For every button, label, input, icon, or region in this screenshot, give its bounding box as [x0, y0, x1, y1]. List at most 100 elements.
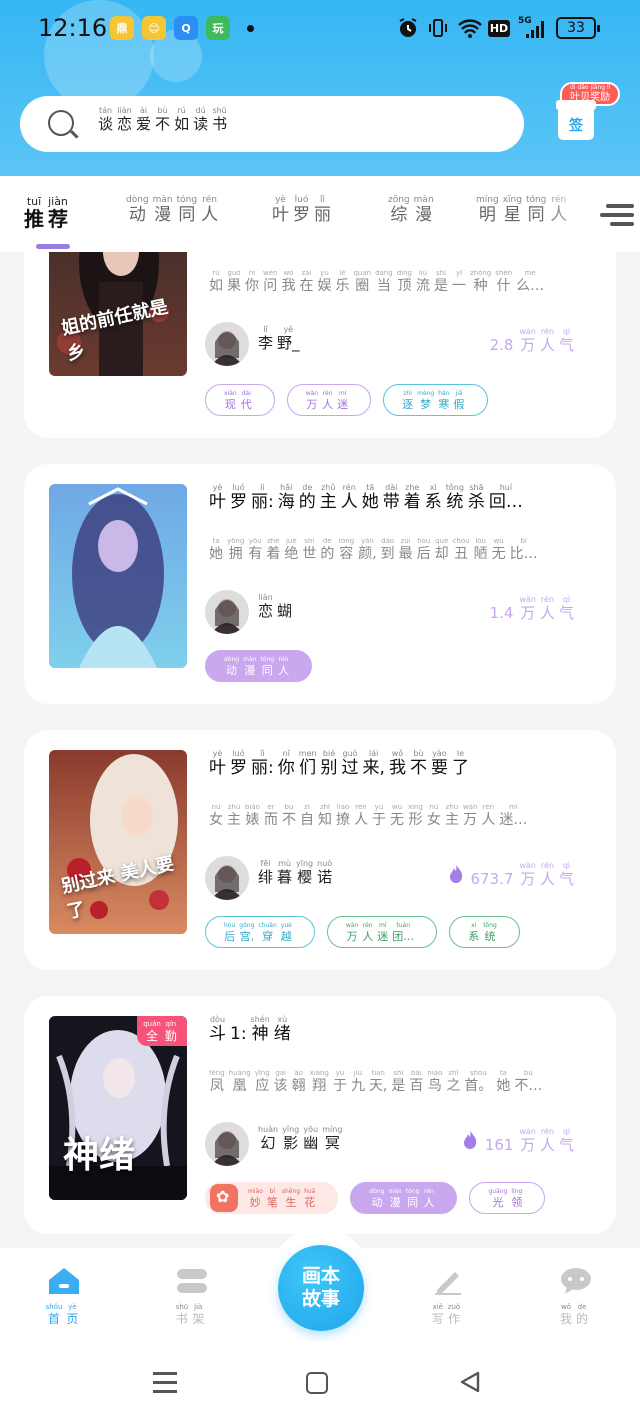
pinyin: shū — [175, 1303, 189, 1311]
pinyin-char: róng 容 — [338, 538, 354, 561]
pinyin: miào — [248, 1187, 263, 1195]
hanzi: 读 — [193, 115, 209, 133]
story-tag-chip[interactable]: zhì 逐 mèng 梦 hán 寒 jiǎ 假 — [383, 384, 488, 416]
pinyin-char: quān 圈 — [353, 270, 371, 293]
nav-bookshelf[interactable]: shū 书 jià 架 — [152, 1266, 232, 1325]
nav-write[interactable]: xiě 写 zuò 作 — [408, 1266, 488, 1325]
pinyin-char: yú 于 — [333, 1070, 347, 1093]
hanzi: 该 — [273, 1078, 288, 1093]
story-tag-chip[interactable]: dòng 动 màn 漫 tóng 同 rén 人 — [205, 650, 313, 682]
story-card[interactable]: 神绪 quán 全 qín 勤 dòu 斗 1: shén 神 xù 绪 fèng 凤 huáng 凰 yīn… — [24, 996, 616, 1234]
alarm-icon — [396, 16, 420, 40]
pinyin-char: jiǎ 假 — [454, 390, 465, 410]
pinyin: yī — [455, 270, 463, 277]
author-avatar[interactable] — [205, 856, 249, 900]
pinyin-char: rén人 — [322, 390, 333, 410]
home-button[interactable] — [306, 1372, 328, 1394]
hanzi: 们 — [299, 758, 317, 778]
tab-recommend[interactable]: tuī 推 jiàn 荐 — [24, 196, 72, 229]
hanzi: 首。 — [464, 1078, 493, 1093]
nav-label: wǒ 我 de 的 — [560, 1304, 592, 1326]
daily-sign-in-button[interactable]: dì dǎo jiǎng lì 叶贝奖励 签 — [552, 80, 632, 152]
pinyin-char: yīng 应 — [255, 1070, 270, 1093]
pinyin: luó — [232, 483, 245, 492]
pinyin: gōng — [239, 921, 255, 929]
gift-icon: 签 — [556, 100, 596, 140]
pinyin-char: zuò 作 — [447, 1303, 461, 1326]
pinyin: zuò — [447, 1303, 461, 1311]
story-cover-image[interactable]: 神绪 quán 全 qín 勤 — [49, 1016, 187, 1200]
pinyin: lòu — [475, 538, 486, 545]
author-avatar[interactable] — [205, 590, 249, 634]
hanzi: 爱 — [136, 115, 152, 133]
tag-list: miào妙bǐ笔shēng生huā花 dòng动màn漫tóng同rén人 guān… — [205, 1182, 546, 1214]
story-cover-image[interactable] — [49, 484, 187, 668]
tab-label: tuī 推 jiàn 荐 — [24, 196, 72, 229]
story-tag-chip[interactable]: guāng 光 líng 领 — [469, 1182, 546, 1214]
story-feed: 姐的前任就是乡 rú 如 guǒ 果 nǐ 你 wèn 问 wǒ 我 zài 在 yú 娱 lè 乐 quān 圈 d… — [0, 252, 640, 1248]
hanzi: 娱 — [317, 278, 332, 293]
story-tag-chip[interactable]: hòu 后 gōng 宫, chuān 穿 yuè 越 — [205, 916, 315, 948]
tab-anime-fan[interactable]: dòng 动 màn 漫 tóng 同 rén 人 — [126, 196, 222, 224]
author-name[interactable]: fēi 绯 mù 暮 yīng 樱 nuò 诺 — [258, 860, 336, 885]
hanzi: 之 — [446, 1078, 461, 1093]
pinyin-char: shū 书 — [175, 1303, 189, 1326]
recent-apps-button[interactable] — [153, 1372, 177, 1393]
category-menu-icon[interactable] — [600, 200, 634, 230]
hanzi: 拥 — [228, 546, 243, 561]
hanzi: 一 — [451, 278, 466, 293]
pinyin: màn — [388, 1187, 402, 1195]
author-avatar[interactable] — [205, 322, 249, 366]
tab-yeluoli[interactable]: yè 叶 luó 罗 lì 丽 — [272, 196, 335, 224]
pinyin-char: shǒu 首。 — [464, 1070, 492, 1093]
pinyin-char: shì 是 — [391, 1070, 405, 1093]
pinyin: wàn — [519, 1127, 536, 1136]
author-avatar[interactable] — [205, 1122, 249, 1166]
hanzi: 着 — [266, 546, 281, 561]
pinyin-char: 蝴 — [277, 594, 292, 619]
author-name[interactable]: huàn 幻 yǐng 影 yōu 幽 míng 冥 — [258, 1126, 346, 1151]
pinyin: tā — [212, 538, 220, 545]
story-tag-chip[interactable]: xiàn 现 dài 代 — [205, 384, 275, 416]
hanzi: 明 — [478, 205, 496, 225]
pinyin: biǎo — [245, 804, 260, 811]
tab-variety[interactable]: zōng 综 màn 漫 — [388, 196, 438, 224]
story-tag-chip[interactable]: dòng 动 màn 漫 tóng 同 rén 人 — [350, 1182, 458, 1214]
story-description: rú 如 guǒ 果 nǐ 你 wèn 问 wǒ 我 zài 在 yú 娱 lè 乐 quān 圈 dāng 当 dǐn… — [209, 270, 599, 293]
pinyin-char: nǚ 女 — [209, 804, 223, 827]
story-card[interactable]: 别过来 美人要了 yè 叶 luó 罗 lì 丽: nǐ 你 men 们 bié 别 guò 过 lái 来, w… — [24, 730, 616, 970]
author-name[interactable]: lǐ 李 yě 野_ — [258, 326, 304, 351]
story-title: yè 叶 luó 罗 lì 丽: hǎi 海 de 的 zhǔ 主 rén 人 tā 她 dài 带 zhe 着 xì 系… — [209, 484, 527, 511]
hanzi: 万 — [520, 604, 536, 622]
pinyin-char: tā 她 — [209, 538, 223, 561]
pinyin: nǐ — [248, 270, 256, 277]
hanzi: 无 — [389, 812, 404, 827]
pinyin: xiě — [432, 1303, 443, 1311]
story-tag-chip[interactable]: xì 系 tǒng 统 — [449, 916, 520, 948]
pinyin-char: hǎi 海 — [278, 484, 295, 511]
tag-list: dòng 动 màn 漫 tóng 同 rén 人 — [205, 650, 313, 682]
story-card[interactable]: yè 叶 luó 罗 lì 丽: hǎi 海 de 的 zhǔ 主 rén 人 tā 她 dài 带 zhe 着 xì 系… — [24, 464, 616, 704]
hanzi: 么… — [516, 278, 545, 293]
story-cover-image[interactable]: 姐的前任就是乡 — [49, 252, 187, 376]
hanzi: 丽: — [251, 492, 274, 512]
pinyin-char: ài 爱 — [136, 107, 151, 132]
pinyin-char: de 的 — [299, 484, 316, 511]
story-tag-chip[interactable]: miào妙bǐ笔shēng生huā花 — [205, 1182, 339, 1214]
pinyin-char: xiě 写 — [432, 1303, 444, 1326]
tag-label: guāng 光 líng 领 — [488, 1188, 526, 1208]
pinyin: jià — [194, 1303, 203, 1311]
hanzi: 后 — [224, 929, 236, 943]
story-cover-image[interactable]: 别过来 美人要了 — [49, 750, 187, 934]
nav-home[interactable]: shǒu 首 yè 页 — [24, 1266, 104, 1325]
pinyin-char: nǚ 女 — [427, 804, 441, 827]
create-story-button[interactable]: 画本 故事 — [278, 1245, 364, 1331]
nav-mine[interactable]: wǒ 我 de 的 — [536, 1266, 616, 1325]
pinyin-char: qì 气 — [559, 596, 574, 621]
story-tag-chip[interactable]: wàn 万 rén 人 mí 迷 tuán 团… — [326, 916, 438, 948]
story-tag-chip[interactable]: wàn 万 rén 人 mí 迷 — [286, 384, 372, 416]
story-card[interactable]: 姐的前任就是乡 rú 如 guǒ 果 nǐ 你 wèn 问 wǒ 我 zài 在 yú 娱 lè 乐 quān 圈 d… — [24, 252, 616, 438]
author-name[interactable]: liàn 恋 蝴 — [258, 594, 296, 619]
pinyin-char: mù 暮 — [277, 860, 292, 885]
search-bar[interactable]: tán 谈 liàn 恋 ài 爱 bù 不 rú 如 dú 读 shū 书 — [20, 96, 524, 152]
